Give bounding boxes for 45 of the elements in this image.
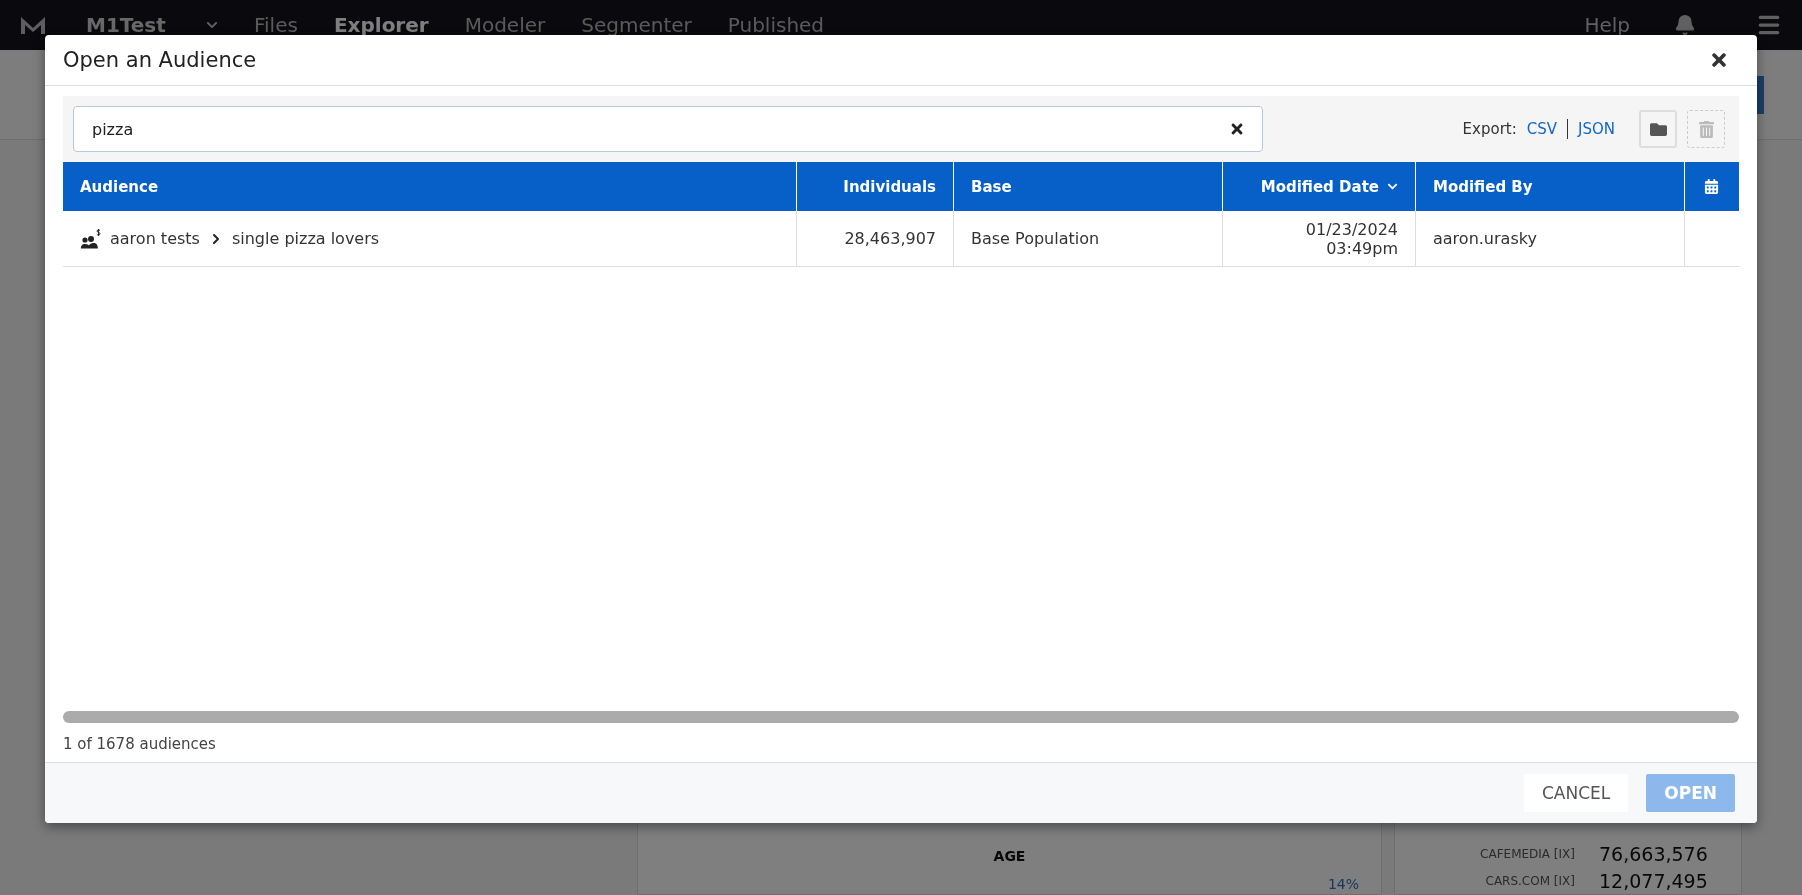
nav-tab[interactable]: Explorer (333, 13, 429, 37)
cancel-button[interactable]: CANCEL (1523, 774, 1629, 812)
nav-tab[interactable]: Files (254, 13, 298, 37)
publisher-count: 12,077,495 (1599, 869, 1709, 892)
help-link[interactable]: Help (1584, 13, 1630, 37)
calendar-icon (1704, 179, 1719, 194)
scrollbar[interactable] (63, 711, 1739, 723)
workspace-name[interactable]: M1Test (86, 13, 206, 37)
publisher-count: 76,663,576 (1599, 842, 1709, 865)
folder-icon (1649, 120, 1667, 138)
percent-label: 14% (1327, 876, 1359, 892)
nav-tab[interactable]: Segmenter (581, 13, 692, 37)
audience-name[interactable]: single pizza lovers (231, 229, 380, 248)
time-text: 03:49pm (1326, 238, 1398, 258)
table-cell: aaron.urasky (1433, 229, 1537, 248)
nav-tab[interactable]: Modeler (464, 13, 546, 37)
table-cell: Base Population (971, 229, 1100, 248)
nav-tab[interactable]: Published (727, 13, 825, 37)
group-dollar-icon (80, 228, 102, 249)
trash-icon (1697, 120, 1715, 138)
dialog-title: Open an Audience (63, 48, 257, 72)
folder-button[interactable] (1639, 110, 1677, 148)
publisher-name: CAFEMEDIA [IX] (1480, 846, 1575, 861)
export-link[interactable]: JSON (1578, 120, 1615, 138)
logo-icon (20, 15, 46, 35)
clear-button[interactable] (1229, 121, 1245, 137)
search-field[interactable]: pizza (73, 106, 1263, 152)
publisher-name: CARS.COM [IX] (1485, 873, 1575, 888)
column-header[interactable]: Audience (80, 177, 159, 196)
export-label: Export: (1462, 120, 1517, 138)
column-header[interactable]: Modified By (1433, 177, 1533, 196)
result-count: 1 of 1678 audiences (63, 735, 217, 753)
bell-icon[interactable] (1674, 14, 1696, 36)
column-header[interactable]: Modified Date (1260, 177, 1398, 196)
panel-title: AGE (993, 848, 1026, 864)
column-header[interactable]: Base (971, 177, 1012, 196)
column-header[interactable]: Individuals (843, 177, 936, 196)
sort-icon (1387, 181, 1398, 192)
caret-icon[interactable] (206, 19, 218, 31)
table-cell: 28,463,907 (844, 229, 936, 248)
close-button[interactable] (1709, 50, 1729, 70)
date-text: 01/23/2024 (1305, 219, 1398, 239)
export-link[interactable]: CSV (1526, 120, 1557, 138)
calendar-button[interactable] (1704, 179, 1719, 194)
folder-name: aaron tests (110, 229, 200, 248)
